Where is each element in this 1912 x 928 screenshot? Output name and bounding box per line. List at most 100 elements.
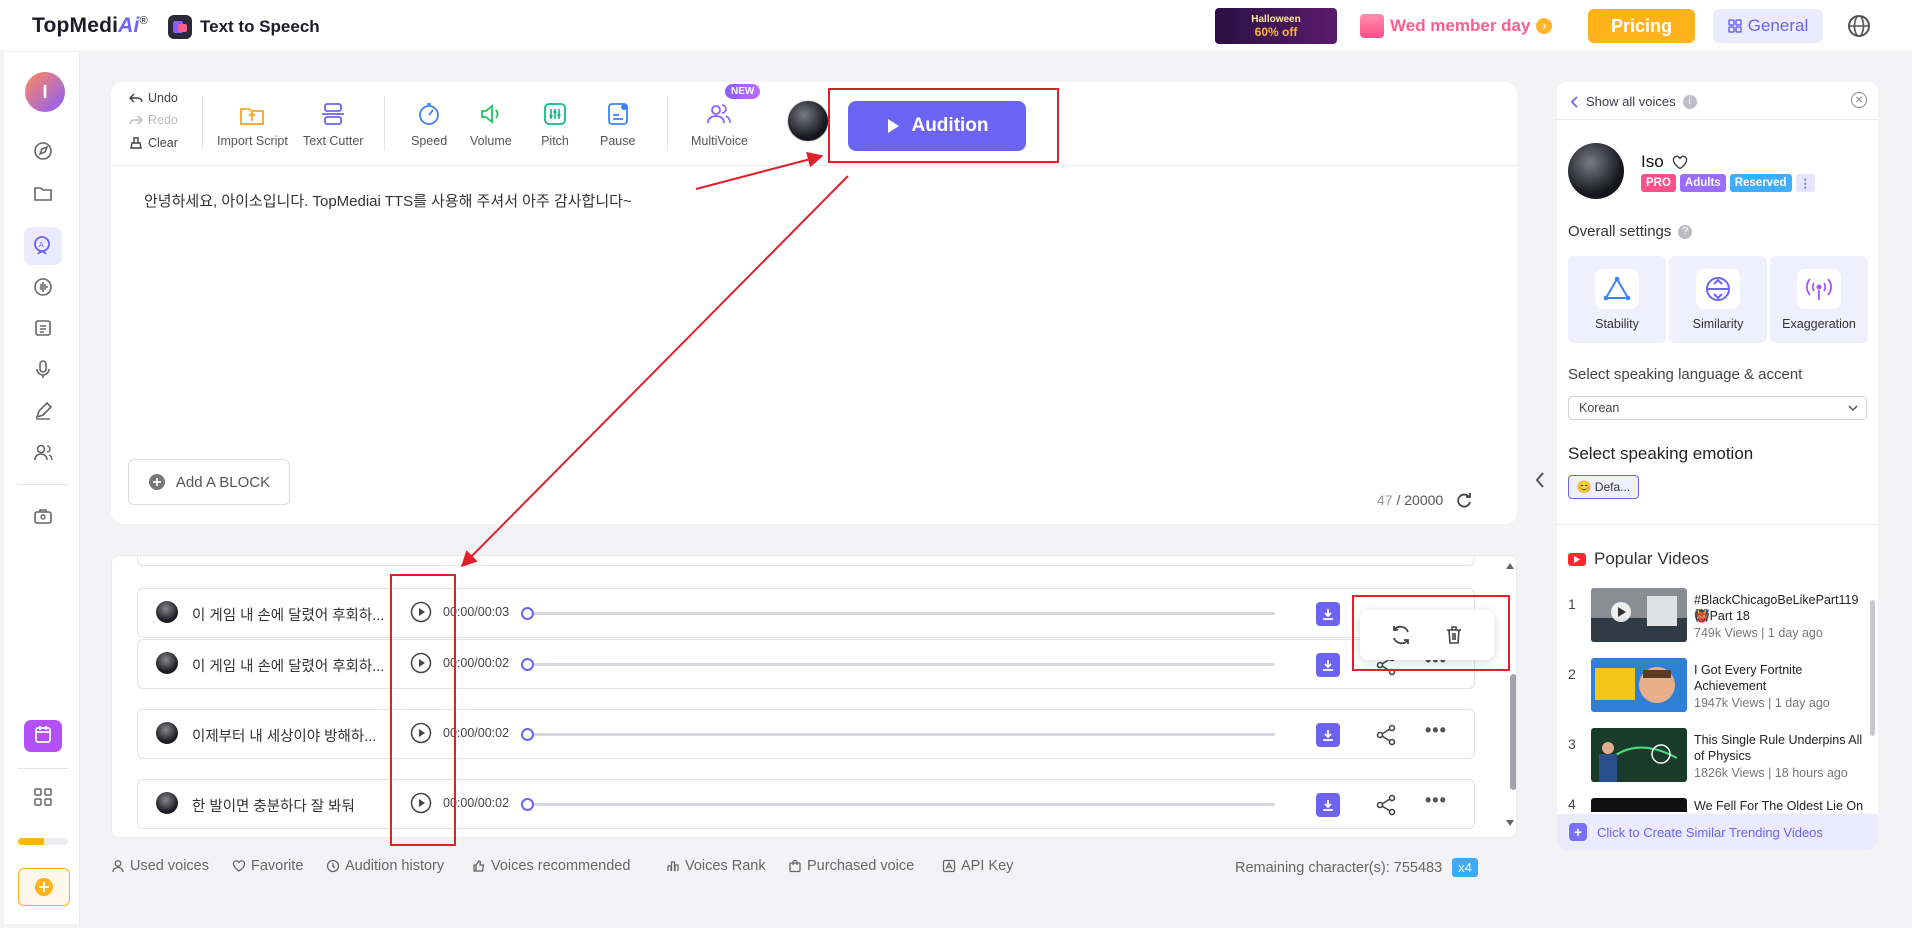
voices-recommended-link[interactable]: Voices recommended	[472, 858, 630, 874]
download-button[interactable]	[1316, 602, 1340, 626]
volume-label: Volume	[470, 134, 512, 148]
voices-rank-link[interactable]: Voices Rank	[666, 858, 766, 874]
video-item[interactable]: 3 This Single Rule Underpins All of Phys…	[1568, 728, 1868, 788]
share-icon[interactable]	[1374, 793, 1398, 817]
globe-icon[interactable]	[1845, 12, 1873, 40]
audition-history-link[interactable]: Audition history	[326, 858, 444, 874]
wed-member-day-promo[interactable]: Wed member day ›	[1360, 10, 1553, 42]
progress-knob[interactable]	[521, 607, 534, 620]
list-item[interactable]: 이 게임 내 손에 달렸어 후회하... 00:00/00:03	[137, 588, 1475, 638]
progress-track[interactable]	[526, 663, 1275, 666]
more-options-icon[interactable]: •••	[1425, 790, 1447, 811]
info-icon[interactable]: i	[1682, 94, 1697, 109]
char-max: 20000	[1404, 492, 1444, 508]
pricing-button[interactable]: Pricing	[1588, 9, 1695, 43]
apps-grid-icon[interactable]	[32, 786, 54, 808]
redo-button[interactable]: Redo	[129, 113, 178, 127]
download-button[interactable]	[1316, 723, 1340, 747]
list-item[interactable]: 이제부터 내 세상이야 방해하... 00:00/00:02 •••	[137, 709, 1475, 759]
add-block-button[interactable]: Add A BLOCK	[128, 459, 290, 505]
pen-icon[interactable]	[32, 400, 54, 422]
stability-setting[interactable]: Stability	[1568, 256, 1666, 343]
download-button[interactable]	[1316, 653, 1340, 677]
undo-button[interactable]: Undo	[129, 91, 178, 105]
pause-button[interactable]: Pause	[600, 100, 635, 148]
pause-icon	[607, 103, 628, 125]
multiplier-badge[interactable]: x4	[1452, 858, 1478, 877]
registered-mark: ®	[139, 15, 148, 27]
tts-nav-active[interactable]: A	[24, 227, 62, 265]
similarity-setting[interactable]: Similarity	[1669, 256, 1767, 343]
more-options-icon[interactable]: •••	[1425, 720, 1447, 741]
video-item[interactable]: 1 #BlackChicagoBeLikePart119 👹Part 18 74…	[1568, 588, 1868, 648]
exaggeration-setting[interactable]: Exaggeration	[1770, 256, 1868, 343]
halloween-promo-banner[interactable]: Halloween 60% off	[1215, 8, 1337, 44]
refresh-icon[interactable]	[1455, 491, 1473, 509]
progress-track[interactable]	[526, 803, 1275, 806]
panel-scrollbar[interactable]	[1870, 600, 1875, 736]
help-icon[interactable]: ?	[1678, 224, 1693, 239]
calendar-checkin-button[interactable]	[24, 720, 62, 752]
emoji-icon: 😊	[1576, 480, 1592, 494]
video-item[interactable]: 4 We Fell For The Oldest Lie On	[1568, 798, 1868, 812]
scroll-up-icon[interactable]	[1505, 562, 1515, 570]
brand-name: TopMedi	[32, 14, 119, 37]
used-voices-link[interactable]: Used voices	[111, 858, 209, 874]
heart-icon[interactable]	[1672, 155, 1688, 170]
speed-button[interactable]: Speed	[411, 100, 447, 148]
multivoice-label: MultiVoice	[691, 134, 748, 148]
video-thumbnail[interactable]	[1591, 588, 1687, 642]
microphone-icon[interactable]	[32, 358, 54, 380]
pitch-button[interactable]: Pitch	[541, 100, 569, 148]
text-cutter-button[interactable]: Text Cutter	[303, 100, 363, 148]
video-thumbnail[interactable]	[1591, 728, 1687, 782]
stability-label: Stability	[1595, 316, 1639, 331]
toolbox-icon[interactable]	[32, 505, 54, 527]
clear-button[interactable]: Clear	[129, 136, 178, 150]
video-thumbnail[interactable]	[1591, 798, 1687, 812]
video-thumbnail[interactable]	[1591, 658, 1687, 712]
text-document-icon[interactable]	[32, 317, 54, 339]
progress-knob[interactable]	[521, 798, 534, 811]
volume-button[interactable]: Volume	[470, 100, 512, 148]
create-similar-videos-button[interactable]: + Click to Create Similar Trending Video…	[1557, 814, 1878, 850]
purchased-voice-link[interactable]: Purchased voice	[788, 858, 914, 874]
list-item[interactable]: 이 게임 내 손에 달렸어 후회하... 00:00/00:02 •••	[137, 639, 1475, 689]
progress-track[interactable]	[526, 612, 1275, 615]
voice-wave-icon[interactable]	[32, 276, 54, 298]
scroll-down-icon[interactable]	[1505, 819, 1515, 827]
folder-icon[interactable]	[32, 182, 54, 204]
collapse-panel-toggle[interactable]	[1526, 400, 1554, 560]
list-item[interactable]: 한 발이면 충분하다 잘 봐둬 00:00/00:02 •••	[137, 779, 1475, 829]
general-menu-button[interactable]: General	[1713, 9, 1823, 43]
emotion-select[interactable]: 😊 Defa...	[1568, 475, 1639, 499]
download-button[interactable]	[1316, 793, 1340, 817]
voices-recommended-label: Voices recommended	[491, 858, 631, 874]
result-text: 이제부터 내 세상이야 방해하...	[192, 729, 377, 745]
voice-avatar	[1568, 143, 1624, 199]
list-scrollbar[interactable]	[1510, 674, 1516, 790]
explore-icon[interactable]	[32, 140, 54, 162]
selected-voice-avatar[interactable]	[787, 100, 829, 142]
user-avatar[interactable]: I	[25, 72, 65, 112]
api-key-link[interactable]: API Key	[942, 858, 1013, 874]
close-icon[interactable]: ✕	[1851, 92, 1867, 108]
import-script-button[interactable]: Import Script	[217, 100, 288, 148]
progress-knob[interactable]	[521, 658, 534, 671]
progress-knob[interactable]	[521, 728, 534, 741]
video-item[interactable]: 2 I Got Every Fortnite Achievement 1947k…	[1568, 658, 1868, 718]
exaggeration-icon	[1806, 277, 1832, 300]
language-select[interactable]: Korean	[1568, 396, 1867, 420]
more-tags-icon[interactable]: ⋮	[1795, 174, 1815, 192]
script-text-area[interactable]: 안녕하세요, 아이소입니다. TopMediai TTS를 사용해 주셔서 아주…	[144, 190, 632, 211]
voice-avatar	[156, 652, 178, 674]
multivoice-button[interactable]: MultiVoice	[691, 100, 748, 148]
progress-track[interactable]	[526, 733, 1275, 736]
clock-icon	[326, 859, 340, 873]
show-all-voices-link[interactable]: Show all voices i	[1571, 94, 1697, 109]
share-icon[interactable]	[1374, 723, 1398, 747]
users-icon[interactable]	[32, 442, 54, 464]
brand-logo[interactable]: TopMediAi®	[32, 14, 148, 38]
add-credits-button[interactable]	[18, 868, 70, 906]
favorite-link[interactable]: Favorite	[232, 858, 303, 874]
